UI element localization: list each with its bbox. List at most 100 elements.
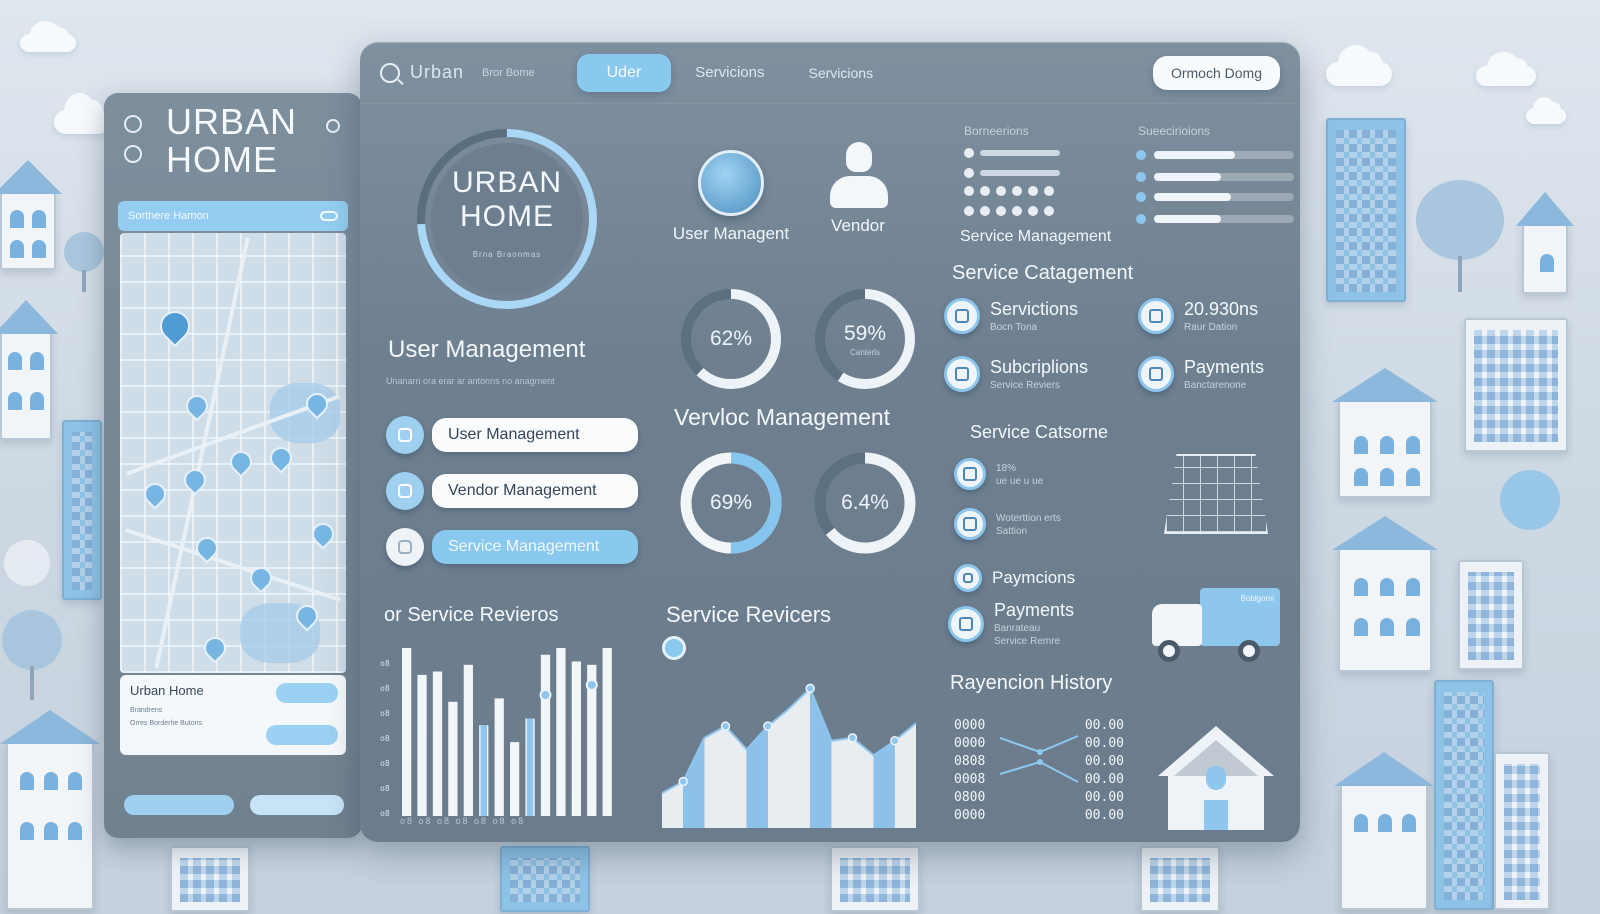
list-row xyxy=(964,148,1060,158)
user-avatar-tile[interactable]: User Managent xyxy=(666,150,796,244)
service-reviews-mid-title: Service Revicers xyxy=(666,602,831,628)
feature-paymcions[interactable]: Paymcions xyxy=(954,564,1075,592)
map-pin-icon[interactable] xyxy=(153,304,197,348)
bar xyxy=(417,674,427,816)
map-pin-icon[interactable] xyxy=(179,464,211,496)
right-small-title-2: Sueecirioions xyxy=(1138,124,1211,138)
payments-2-icon xyxy=(948,605,984,642)
search-icon[interactable] xyxy=(380,62,400,83)
top-nav-bar: Urban Bror Bome Uder Servicions Servicio… xyxy=(360,42,1300,104)
card-action-button[interactable] xyxy=(276,683,338,703)
house-decoration xyxy=(1340,782,1428,910)
search-toggle-icon[interactable] xyxy=(320,211,338,221)
building-decoration xyxy=(1464,318,1568,452)
map-view[interactable] xyxy=(120,233,346,673)
nav-vendor-management[interactable]: Vendor Management xyxy=(386,472,638,510)
progress-fill xyxy=(1154,173,1222,181)
feature-payments[interactable]: Payments Banctarenone xyxy=(1138,356,1264,392)
settings-dot-icon[interactable] xyxy=(326,119,340,133)
history-amount: 00.00 xyxy=(1084,736,1124,751)
nav-user-management[interactable]: User Management xyxy=(386,416,638,454)
y-tick-label: o8 xyxy=(380,684,390,693)
feature-title: Subcriplions xyxy=(990,357,1089,377)
tab-user[interactable]: Uder xyxy=(576,53,672,92)
area-point xyxy=(763,721,773,731)
bar xyxy=(510,742,520,816)
nav-pill-user-management[interactable]: User Management xyxy=(432,418,638,452)
feature-title: 20.930ns xyxy=(1184,299,1259,319)
map-pin-icon[interactable] xyxy=(139,478,171,510)
y-tick-label: o8 xyxy=(380,734,390,743)
box-icon xyxy=(1138,298,1174,334)
vendor-person-icon xyxy=(830,142,888,208)
category-item[interactable]: 18% ue ue u ue xyxy=(954,458,1043,490)
building-decoration xyxy=(170,846,250,912)
logo-ring-line2: HOME xyxy=(460,200,554,233)
list-row xyxy=(964,168,1060,178)
feature-payments-2[interactable]: Payments Banrateau Service Remre xyxy=(948,600,1074,647)
area-segment xyxy=(662,781,684,828)
progress-fill xyxy=(1154,215,1222,223)
bar xyxy=(463,664,473,816)
sidebar-footer-button[interactable] xyxy=(250,795,344,815)
bar-highlight xyxy=(480,725,488,816)
map-pin-icon[interactable] xyxy=(265,442,297,474)
sidebar-title: URBAN HOME xyxy=(166,103,297,179)
building-decoration xyxy=(1494,752,1550,910)
building-decoration xyxy=(1140,846,1220,912)
history-amount: 00.00 xyxy=(1084,790,1124,805)
area-segment xyxy=(831,737,853,828)
sidebar-panel: URBAN HOME Sorthere Hamon Urban Home Bra… xyxy=(104,93,362,838)
map-pin-icon[interactable] xyxy=(307,518,339,550)
area-point xyxy=(847,733,858,743)
y-tick-label: o8 xyxy=(380,759,390,768)
area-point xyxy=(720,721,731,731)
menu-dot-icon[interactable] xyxy=(124,115,142,133)
donut-chart-service-b: 6.4% xyxy=(812,450,918,556)
subscriptions-icon xyxy=(944,356,980,392)
nav-service-management[interactable]: Service Management xyxy=(386,528,638,566)
top-logo[interactable]: Urban xyxy=(380,62,464,83)
location-card[interactable]: Urban Home Brandrens Orres Borderhe Buto… xyxy=(120,675,346,755)
service-catagement-title: Service Catagement xyxy=(952,262,1134,284)
tab-servicions[interactable]: Servicions xyxy=(809,65,874,81)
bar-marker xyxy=(585,678,598,691)
map-pin-icon[interactable] xyxy=(199,632,231,664)
area-segment xyxy=(704,726,726,828)
user-icon xyxy=(386,528,424,566)
category-item[interactable]: Woterttion erts Sattion xyxy=(954,508,1061,540)
urban-home-logo: URBAN HOME Brna Braonmas xyxy=(412,124,602,314)
grid-illustration xyxy=(1164,454,1268,534)
area-segment xyxy=(852,737,874,828)
nav-pill-vendor-management[interactable]: Vendor Management xyxy=(432,474,638,508)
servictions-icon xyxy=(944,298,980,334)
sidebar-footer-bar[interactable] xyxy=(124,795,234,815)
house-illustration xyxy=(1156,722,1276,832)
cloud-decoration xyxy=(54,93,110,134)
progress-row xyxy=(1136,150,1294,160)
category-line: 18% xyxy=(996,463,1017,474)
feature-title: Paymcions xyxy=(992,568,1076,587)
donut-chart-vendor: 59% Canterls xyxy=(812,286,918,392)
feature-subscriptions[interactable]: Subcriplions Service Reviers xyxy=(944,356,1088,392)
building-decoration xyxy=(62,420,102,600)
map-pin-icon[interactable] xyxy=(225,446,257,478)
building-decoration xyxy=(1326,118,1406,302)
bar xyxy=(432,671,443,816)
feature-servictions[interactable]: Servictions Bocn Tona xyxy=(944,298,1078,334)
bar xyxy=(602,648,612,816)
map-pin-icon[interactable] xyxy=(245,562,277,594)
location-dot-icon[interactable] xyxy=(124,145,142,163)
tab-services[interactable]: Servicions xyxy=(695,64,764,81)
feature-count[interactable]: 20.930ns Raur Dation xyxy=(1138,298,1258,334)
sidebar-search-bar[interactable]: Sorthere Hamon xyxy=(118,201,348,231)
service-reviews-left-title: or Service Revieros xyxy=(384,604,559,626)
service-reviews-area-chart xyxy=(661,683,917,828)
nav-pill-service-management[interactable]: Service Management xyxy=(432,530,638,564)
vendor-avatar-tile[interactable]: Vendor xyxy=(808,142,908,236)
house-decoration xyxy=(1338,546,1432,672)
top-cta-button[interactable]: Ormoch Domg xyxy=(1152,55,1280,90)
feature-sub: Service Remre xyxy=(994,636,1061,647)
card-secondary-button[interactable] xyxy=(266,725,338,745)
area-segment xyxy=(746,726,768,828)
